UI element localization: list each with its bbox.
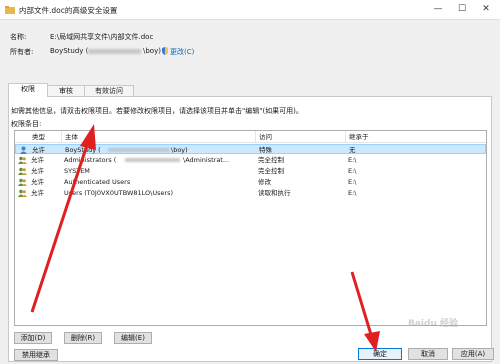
row-principal-end: \Administrat... bbox=[183, 156, 230, 164]
row-principal: SYSTEM bbox=[64, 167, 90, 175]
change-owner-link[interactable]: 更改(C) bbox=[170, 47, 194, 57]
group-icon bbox=[18, 167, 27, 175]
watermark: Baidu 经验 bbox=[408, 319, 459, 329]
folder-icon bbox=[5, 6, 15, 14]
owner-redacted-blur bbox=[88, 49, 141, 54]
group-icon bbox=[18, 189, 27, 197]
tab-permissions[interactable]: 权限 bbox=[8, 83, 48, 97]
remove-button[interactable]: 删除(R) bbox=[64, 332, 102, 344]
row-access: 修改 bbox=[258, 178, 271, 186]
permission-entries-list[interactable]: 类型 主体 访问 继承于 允许 BoyStudy ( \boy) 特殊 无 允许… bbox=[14, 130, 487, 326]
cancel-button[interactable]: 取消 bbox=[408, 348, 448, 360]
row-inherited-from: E:\ bbox=[348, 189, 357, 197]
table-row[interactable]: 允许 Authenticated Users 修改 E:\ bbox=[15, 177, 486, 187]
column-header-type[interactable]: 类型 bbox=[29, 131, 62, 143]
row-inherited-from: E:\ bbox=[348, 178, 357, 186]
maximize-button[interactable]: ☐ bbox=[450, 0, 474, 20]
row-access: 完全控制 bbox=[258, 156, 284, 164]
row-type: 允许 bbox=[31, 189, 44, 197]
group-icon bbox=[18, 178, 27, 186]
shield-icon bbox=[162, 47, 168, 55]
close-button[interactable]: ✕ bbox=[474, 0, 498, 20]
row-type: 允许 bbox=[32, 146, 45, 154]
minimize-button[interactable]: — bbox=[426, 0, 450, 20]
title-bar: 内部文件.doc的高级安全设置 — ☐ ✕ bbox=[0, 0, 500, 20]
edit-button[interactable]: 编辑(E) bbox=[114, 332, 152, 344]
row-principal: Administrators ( bbox=[64, 156, 117, 164]
group-icon bbox=[18, 156, 27, 164]
window-title: 内部文件.doc的高级安全设置 bbox=[19, 6, 118, 15]
list-header: 类型 主体 访问 继承于 bbox=[15, 131, 486, 143]
name-label: 名称: bbox=[10, 33, 27, 41]
name-value: E:\局域网共享文件\内部文件.doc bbox=[50, 33, 154, 41]
tab-auditing[interactable]: 审核 bbox=[47, 85, 85, 96]
add-button[interactable]: 添加(D) bbox=[14, 332, 52, 344]
column-header-access[interactable]: 访问 bbox=[256, 131, 346, 143]
ok-button[interactable]: 确定 bbox=[358, 348, 402, 360]
row-principal: Users (T0J0VX0UTBW81LO\Users) bbox=[64, 189, 174, 197]
row-principal: Authenticated Users bbox=[64, 178, 131, 186]
row-access: 读取和执行 bbox=[258, 189, 291, 197]
row-access: 特殊 bbox=[259, 146, 272, 154]
tab-strip: 权限 审核 有效访问 bbox=[8, 83, 492, 97]
row-inherited-from: 无 bbox=[349, 146, 356, 154]
table-row[interactable]: 允许 BoyStudy ( \boy) 特殊 无 bbox=[15, 144, 486, 154]
tab-effective-access[interactable]: 有效访问 bbox=[84, 85, 134, 96]
table-row[interactable]: 允许 Users (T0J0VX0UTBW81LO\Users) 读取和执行 E… bbox=[15, 188, 486, 198]
owner-value: BoyStudy ( bbox=[50, 47, 89, 55]
table-row[interactable]: 允许 SYSTEM 完全控制 E:\ bbox=[15, 166, 486, 176]
table-row[interactable]: 允许 Administrators ( \Administrat... 完全控制… bbox=[15, 155, 486, 165]
row-type: 允许 bbox=[31, 178, 44, 186]
apply-button[interactable]: 应用(A) bbox=[452, 348, 494, 360]
row-principal: BoyStudy ( bbox=[65, 146, 101, 154]
column-header-inherited-from[interactable]: 继承于 bbox=[346, 131, 487, 143]
entries-label: 权限条目: bbox=[11, 120, 42, 128]
owner-label: 所有者: bbox=[10, 48, 34, 56]
disable-inheritance-button[interactable]: 禁用继承 bbox=[14, 349, 58, 361]
row-type: 允许 bbox=[31, 167, 44, 175]
row-access: 完全控制 bbox=[258, 167, 284, 175]
principal-redacted-blur bbox=[125, 158, 180, 162]
column-header-principal[interactable]: 主体 bbox=[62, 131, 256, 143]
owner-value-end: \boy) bbox=[143, 47, 161, 55]
dialog-body: 名称: E:\局域网共享文件\内部文件.doc 所有者: BoyStudy ( … bbox=[0, 20, 500, 364]
row-principal-end: \boy) bbox=[171, 146, 188, 154]
instructions-text: 如需其他信息，请双击权限项目。若要修改权限项目，请选择该项目并单击"编辑"(如果… bbox=[11, 107, 303, 115]
row-inherited-from: E:\ bbox=[348, 156, 357, 164]
row-type: 允许 bbox=[31, 156, 44, 164]
user-icon bbox=[20, 146, 27, 154]
principal-redacted-blur bbox=[108, 148, 170, 152]
row-inherited-from: E:\ bbox=[348, 167, 357, 175]
